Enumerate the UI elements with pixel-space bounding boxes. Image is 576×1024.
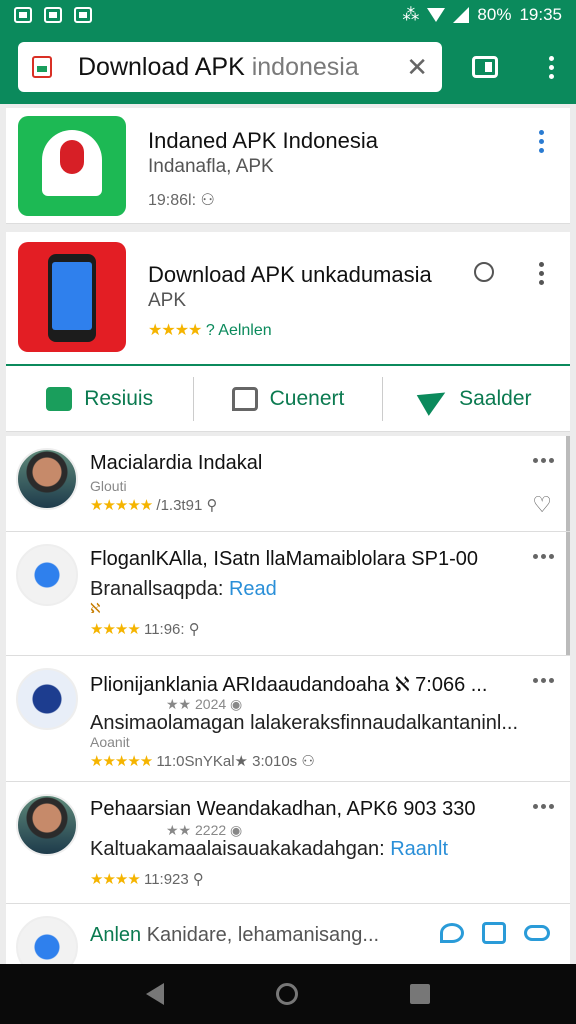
avatar[interactable]	[16, 544, 78, 606]
reviewer-name: Pehaarsian Weandakadhan, APK6 903 330	[90, 798, 476, 820]
comment-icon	[231, 386, 258, 411]
heart-icon[interactable]: ♡	[532, 492, 552, 518]
review-date: ★★ 2024 ◉	[166, 696, 243, 712]
notification-icons	[14, 7, 92, 23]
avatar[interactable]	[16, 668, 78, 730]
status-bar: ⁂ 80% 19:35	[0, 0, 576, 30]
rating-stars: ★★★★	[90, 871, 141, 888]
bag-notification-icon	[44, 7, 62, 23]
more-options-icon[interactable]	[533, 554, 554, 559]
reviews-button[interactable]: Resiuis	[6, 377, 193, 421]
rating-stars: ★★★★	[148, 322, 202, 339]
action-bar: Resiuis Cuenert Saalder	[6, 366, 570, 432]
reaction-icons	[440, 922, 550, 944]
app-title[interactable]: Download APK unkadumasia	[148, 262, 432, 288]
more-options-icon[interactable]	[539, 130, 544, 153]
review-meta: 11:0SnYKal★ 3:010s ⚇	[152, 753, 315, 770]
signal-icon	[453, 7, 470, 23]
reviewer-name: Plionijanklania ARIdaaudandoaha ℵ 7:066 …	[90, 674, 488, 696]
review-list: Macialardia Indakal Glouti ★★★★★ /1.3t91…	[6, 436, 570, 964]
review-meta: /1.3t91 ⚲	[152, 497, 218, 514]
address-text[interactable]: Download APK indonesia	[78, 53, 359, 82]
review-extra: Aoanit	[90, 734, 130, 750]
share-label: Saalder	[459, 386, 532, 410]
more-options-icon[interactable]	[533, 804, 554, 809]
more-options-icon[interactable]	[539, 262, 544, 285]
vibrate-icon: ⁂	[402, 5, 420, 24]
reviewer-name: Anlen Kanidare, lehamanisang...	[90, 924, 380, 946]
review-item[interactable]: Pehaarsian Weandakadhan, APK6 903 330 ★★…	[6, 782, 570, 904]
avatar[interactable]	[16, 794, 78, 856]
review-body: Ansimaolamagan lalakeraksfinnaudalkantan…	[90, 712, 519, 734]
chat-icon[interactable]	[440, 923, 464, 943]
system-nav-bar	[0, 964, 576, 1024]
reviews-icon	[46, 386, 73, 411]
play-notification-icon	[74, 7, 92, 23]
app-phone-logo-icon	[18, 242, 126, 352]
overflow-menu-icon[interactable]	[545, 55, 558, 79]
review-rating: ★★★★ 11:923 ⚲	[90, 870, 204, 888]
rating-stars: ★★★★★	[90, 497, 153, 514]
review-meta: 11:96: ⚲	[139, 621, 200, 638]
review-rating: ★★★★★ 11:0SnYKal★ 3:010s ⚇	[90, 752, 315, 770]
browser-toolbar: Download APK indonesia ✕	[0, 30, 576, 104]
reviewer-name: FloganlKAlla, ISatn llaMamaiblolara SP1-…	[90, 548, 478, 570]
clock-icon[interactable]	[474, 262, 494, 282]
reviewer-subtitle: Glouti	[90, 478, 127, 494]
app-result-card[interactable]: Download APK unkadumasia APK ★★★★ ? Aeln…	[6, 232, 570, 366]
rating-stars: ★★★★	[90, 621, 141, 638]
rating-text: ? Aelnlen	[201, 322, 272, 339]
reviews-label: Resiuis	[84, 386, 154, 410]
review-rating: ★★★★ 11:96: ⚲	[90, 620, 200, 638]
review-extra: ℵ	[90, 600, 101, 616]
more-options-icon[interactable]	[533, 678, 554, 683]
review-meta: 11:923 ⚲	[139, 871, 204, 888]
site-favicon-icon	[32, 56, 52, 78]
review-item[interactable]: Anlen Kanidare, lehamanisang...	[6, 904, 570, 964]
review-item[interactable]: Plionijanklania ARIdaaudandoaha ℵ 7:066 …	[6, 656, 570, 782]
avatar[interactable]	[16, 448, 78, 510]
review-body: Branallsaqpda: Read	[90, 578, 277, 600]
image-notification-icon	[14, 7, 32, 23]
app-meta: 19:86l: ⚇	[148, 192, 215, 209]
tabs-button[interactable]	[472, 56, 498, 78]
bookmark-icon[interactable]	[482, 922, 506, 944]
review-item[interactable]: FloganlKAlla, ISatn llaMamaiblolara SP1-…	[6, 532, 570, 656]
read-more-link[interactable]: Raanlt	[390, 838, 448, 860]
review-body: Kaltuakamaalaisauakakadahgan: Raanlt	[90, 838, 449, 860]
share-button[interactable]: Saalder	[381, 376, 570, 421]
app-result-card[interactable]: Indaned APK Indonesia Indanafla, APK 19:…	[6, 108, 570, 224]
clock: 19:35	[519, 5, 562, 24]
more-options-icon[interactable]	[533, 458, 554, 463]
review-item[interactable]: Macialardia Indakal Glouti ★★★★★ /1.3t91…	[6, 436, 570, 532]
clear-icon[interactable]: ✕	[406, 52, 428, 83]
app-logo-icon	[18, 116, 126, 216]
app-title[interactable]: Indaned APK Indonesia	[148, 128, 378, 154]
avatar[interactable]	[16, 916, 78, 964]
recent-apps-icon[interactable]	[410, 984, 430, 1004]
comment-label: Cuenert	[269, 386, 345, 410]
address-bar[interactable]: Download APK indonesia ✕	[18, 42, 442, 92]
read-more-link[interactable]: Read	[229, 578, 277, 600]
review-date: ★★ 2222 ◉	[166, 822, 243, 838]
app-rating: ★★★★ ? Aelnlen	[148, 320, 272, 340]
home-icon[interactable]	[276, 983, 298, 1005]
wifi-icon	[427, 8, 446, 22]
cloud-icon[interactable]	[524, 925, 550, 941]
comment-button[interactable]: Cuenert	[193, 376, 381, 421]
reviewer-name: Macialardia Indakal	[90, 452, 263, 474]
rating-stars: ★★★★★	[90, 753, 153, 770]
app-subtitle: APK	[148, 290, 187, 311]
back-icon[interactable]	[146, 983, 164, 1005]
app-subtitle: Indanafla, APK	[148, 156, 274, 177]
share-icon	[416, 381, 452, 416]
system-icons: ⁂ 80% 19:35	[402, 5, 562, 25]
review-rating: ★★★★★ /1.3t91 ⚲	[90, 496, 217, 514]
battery-level: 80%	[477, 5, 512, 24]
